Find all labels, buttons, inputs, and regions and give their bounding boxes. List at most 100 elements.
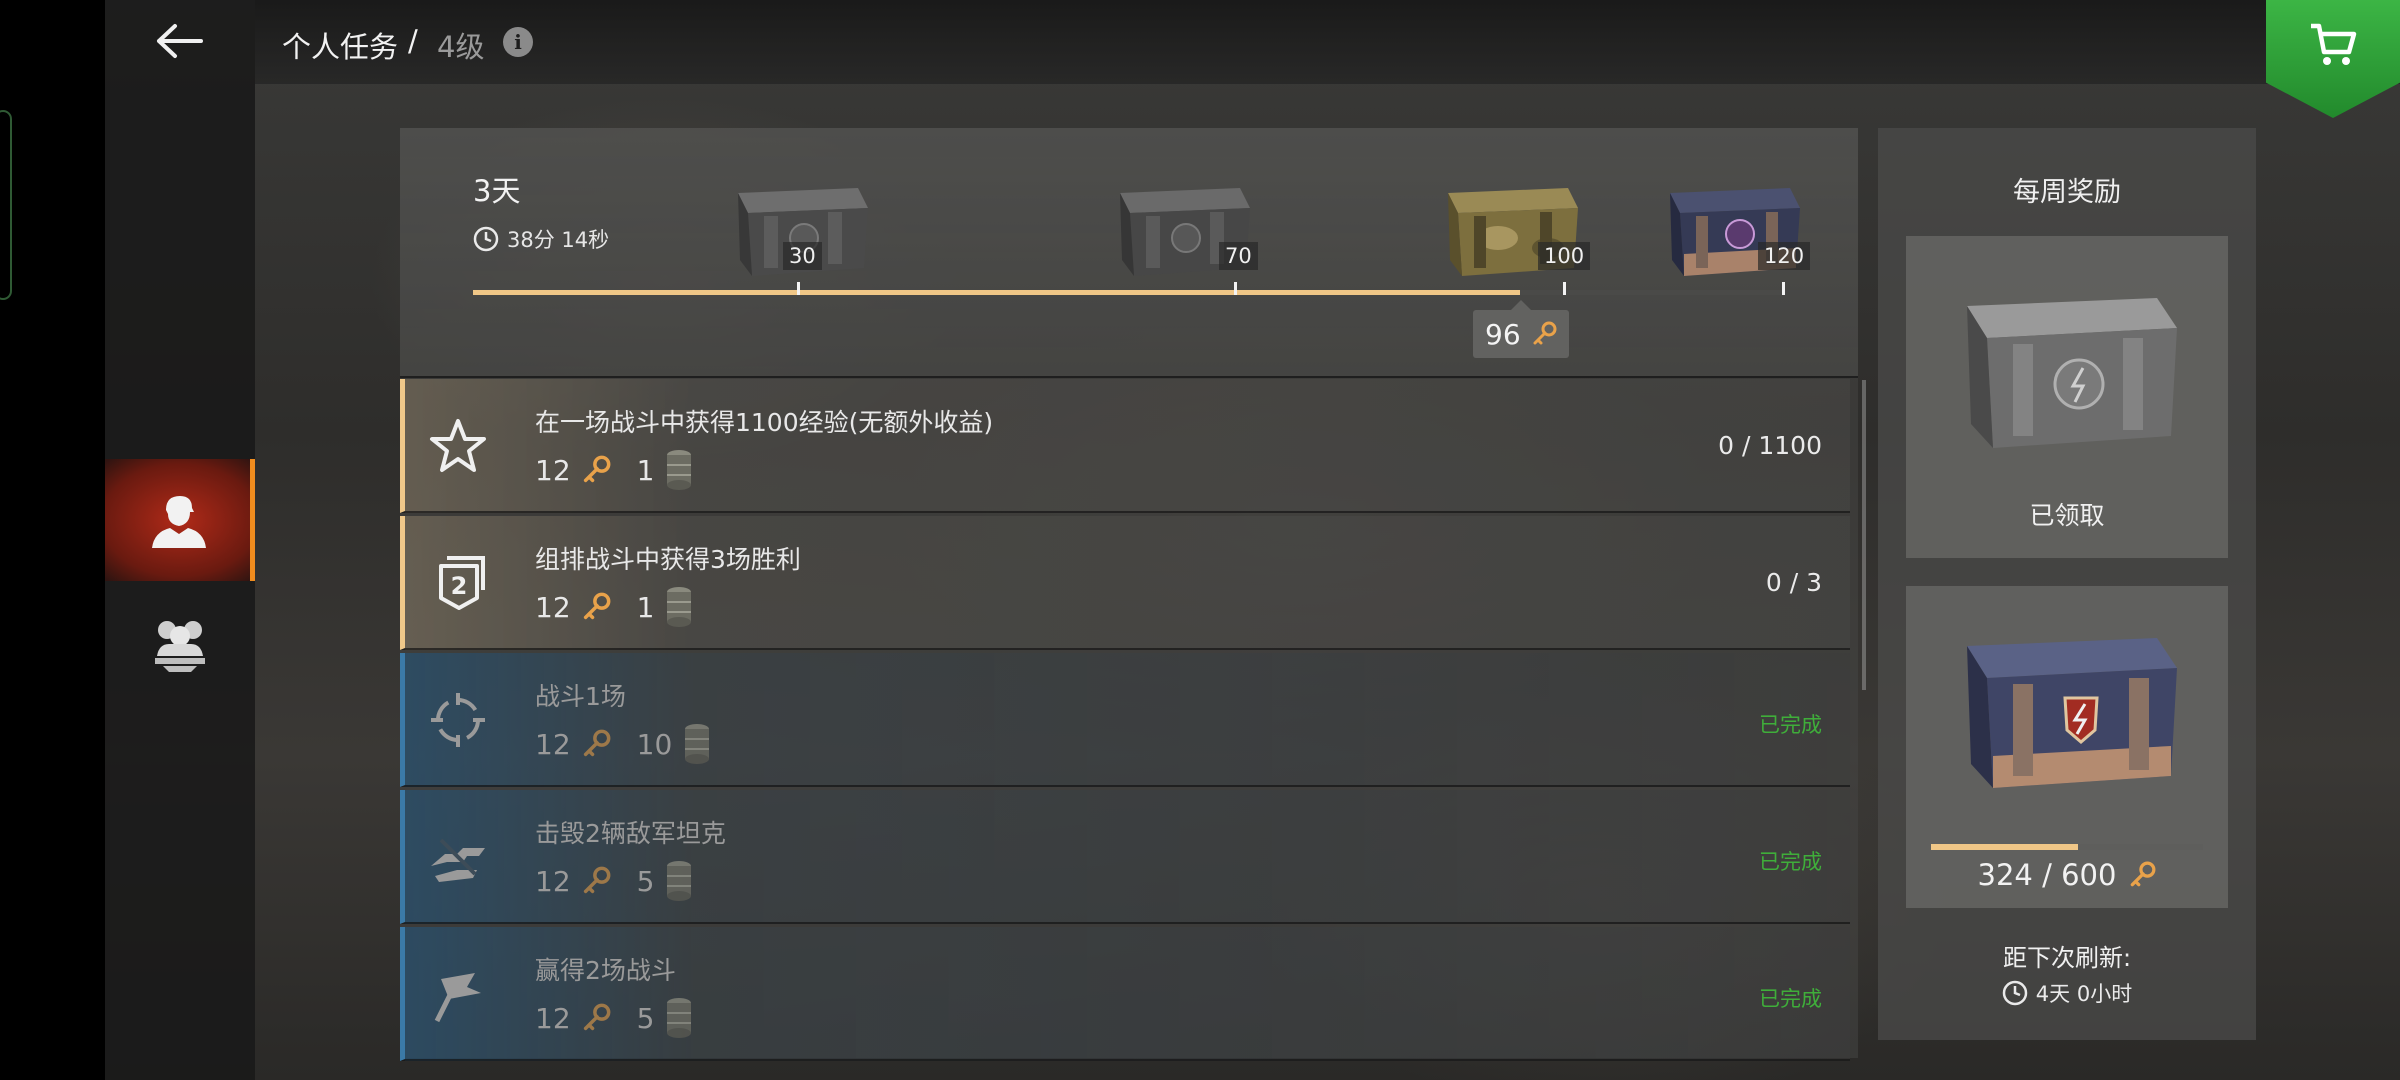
group-icon xyxy=(155,621,205,672)
screen-notch xyxy=(0,110,12,300)
weekly-points-value: 324 / 600 xyxy=(1977,858,2117,892)
crosshair-icon xyxy=(431,693,485,747)
reward-barrels: 1 xyxy=(636,590,655,624)
current-points-value: 96 xyxy=(1485,317,1521,351)
reward-barrels: 5 xyxy=(636,1001,655,1035)
task-title: 在一场战斗中获得1100经验(无额外收益) xyxy=(535,408,994,437)
refresh-label: 距下次刷新: xyxy=(2002,944,2132,972)
breadcrumb-level: 4级 xyxy=(437,30,485,64)
camo-chest-icon xyxy=(1448,188,1578,276)
tick-120 xyxy=(1782,282,1785,295)
reward-keys: 12 xyxy=(535,1001,571,1035)
barrel-icon xyxy=(685,724,710,764)
clock-icon xyxy=(473,226,499,252)
days-remaining: 3天 xyxy=(473,174,521,208)
milestone-track-fill xyxy=(473,290,1520,295)
claimed-label: 已领取 xyxy=(2029,501,2105,530)
milestone-chest-100[interactable] xyxy=(1428,168,1588,288)
reward-barrels: 5 xyxy=(636,864,655,898)
task-item[interactable]: 2 组排战斗中获得3场胜利 12 1 0 / 3 xyxy=(400,516,1850,650)
svg-text:2: 2 xyxy=(451,572,468,600)
refresh-countdown: 4天 0小时 xyxy=(1878,978,2256,1008)
task-status-completed: 已完成 xyxy=(1759,713,1822,737)
weekly-claimed-card[interactable]: 已领取 xyxy=(1906,236,2228,558)
task-rewards: 12 5 xyxy=(535,860,696,902)
weekly-title: 每周奖励 xyxy=(2013,177,2121,208)
key-icon xyxy=(583,1003,611,1031)
milestone-label-100: 100 xyxy=(1538,242,1591,270)
platoon-badge-icon: 2 xyxy=(439,556,485,610)
weekly-progress-card[interactable]: 324 / 600 xyxy=(1906,586,2228,908)
reward-keys: 12 xyxy=(535,590,571,624)
key-icon xyxy=(583,866,611,894)
task-progress: 0 / 3 xyxy=(1765,568,1822,597)
task-title: 组排战斗中获得3场胜利 xyxy=(535,545,801,574)
tick-100 xyxy=(1563,282,1566,295)
screen-edge xyxy=(0,0,105,1080)
milestone-chest-120[interactable] xyxy=(1650,168,1810,288)
milestone-label-30: 30 xyxy=(783,242,822,270)
star-icon xyxy=(430,419,486,472)
blue-chest-icon xyxy=(1670,188,1800,276)
tab-personal-missions[interactable] xyxy=(105,459,255,581)
arrow-left-icon xyxy=(157,24,203,58)
milestone-chest-70[interactable] xyxy=(1100,168,1260,288)
countdown-text: 38分 14秒 xyxy=(507,228,610,252)
task-item[interactable]: 战斗1场 12 10 已完成 xyxy=(400,653,1850,787)
task-rewards: 12 10 xyxy=(535,723,714,765)
shopping-cart-icon xyxy=(2311,23,2357,65)
reward-keys: 12 xyxy=(535,864,571,898)
top-bar xyxy=(255,0,2400,84)
key-icon xyxy=(2131,861,2156,887)
scrollbar[interactable] xyxy=(1862,380,1866,690)
weekly-points: 324 / 600 xyxy=(1906,858,2228,892)
info-icon[interactable]: i xyxy=(503,27,533,57)
missions-panel: 3天 38分 14秒 30 70 100 120 96 在一场战斗中获得1100… xyxy=(400,128,1866,1061)
key-icon xyxy=(583,592,611,620)
barrel-icon xyxy=(667,998,692,1038)
key-icon xyxy=(583,455,611,483)
reward-keys: 12 xyxy=(535,453,571,487)
soldier-avatar-icon xyxy=(151,496,206,548)
task-title: 战斗1场 xyxy=(535,682,626,711)
key-icon xyxy=(1533,321,1557,345)
milestone-label-70: 70 xyxy=(1219,242,1258,270)
milestone-progress: 3天 38分 14秒 30 70 100 120 96 xyxy=(400,128,1858,378)
weekly-progress-track xyxy=(1931,844,2203,850)
task-item[interactable]: 赢得2场战斗 12 5 已完成 xyxy=(400,927,1850,1061)
gray-chest-icon xyxy=(1120,188,1250,276)
key-icon xyxy=(583,729,611,757)
refresh-time-text: 4天 0小时 xyxy=(2035,982,2133,1006)
milestone-label-120: 120 xyxy=(1758,242,1811,270)
gray-chest-icon xyxy=(738,188,868,276)
task-status-completed: 已完成 xyxy=(1759,850,1822,874)
back-button[interactable] xyxy=(155,18,215,64)
gray-chest-icon xyxy=(1967,298,2177,448)
task-item[interactable]: 在一场战斗中获得1100经验(无额外收益) 12 1 0 / 1100 xyxy=(400,379,1850,513)
task-rewards: 12 5 xyxy=(535,997,696,1039)
task-title: 赢得2场战斗 xyxy=(535,956,676,985)
task-rewards: 12 1 xyxy=(535,449,696,491)
reward-barrels: 1 xyxy=(636,453,655,487)
breadcrumb-separator: / xyxy=(408,24,418,58)
countdown: 38分 14秒 xyxy=(473,224,609,254)
blue-chest-icon xyxy=(1967,638,2177,788)
task-rewards: 12 1 xyxy=(535,586,696,628)
barrel-icon xyxy=(667,587,692,627)
task-progress: 0 / 1100 xyxy=(1718,431,1822,460)
milestone-track xyxy=(473,282,1785,295)
barrel-icon xyxy=(667,861,692,901)
task-item[interactable]: 击毁2辆敌军坦克 12 5 已完成 xyxy=(400,790,1850,924)
task-status-completed: 已完成 xyxy=(1759,987,1822,1011)
milestone-chest-30[interactable] xyxy=(718,168,878,288)
tab-clan-missions[interactable] xyxy=(105,582,255,704)
current-points-badge: 96 xyxy=(1473,300,1569,358)
flag-icon xyxy=(434,973,481,1023)
destroyed-tank-icon xyxy=(431,838,485,882)
breadcrumb-section[interactable]: 个人任务 xyxy=(282,24,398,66)
tick-70 xyxy=(1234,282,1237,295)
weekly-progress-fill xyxy=(1931,844,2078,850)
weekly-reward-panel: 每周奖励 已领取 324 / 600 距下次刷新: 4天 0小时 xyxy=(1878,128,2256,1040)
barrel-icon xyxy=(667,450,692,490)
reward-keys: 12 xyxy=(535,727,571,761)
